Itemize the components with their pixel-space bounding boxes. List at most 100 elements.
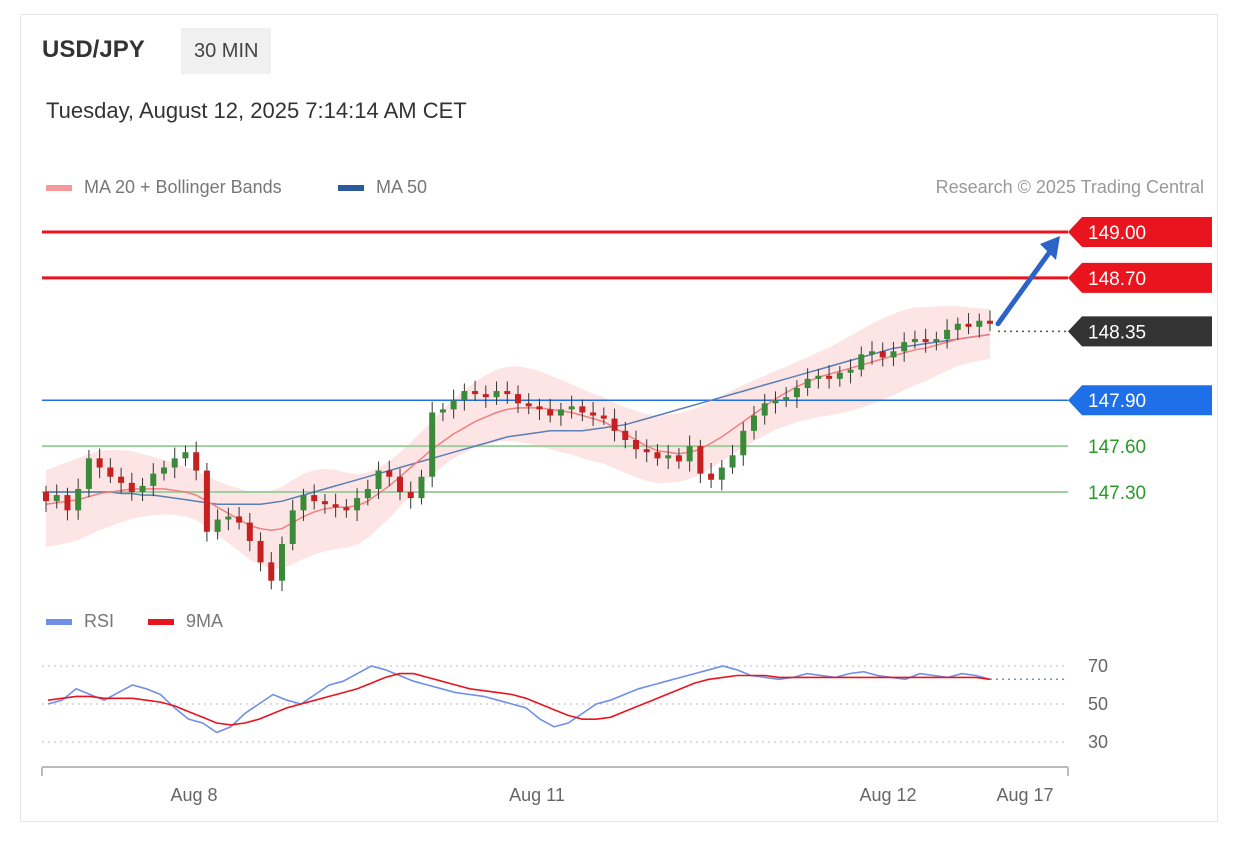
candle-body xyxy=(944,329,951,340)
x-tick-label: Aug 11 xyxy=(509,785,565,805)
candle-body xyxy=(525,403,532,407)
level-label-147.60: 147.60 xyxy=(1088,437,1146,458)
candle-body xyxy=(590,412,597,416)
candle-body xyxy=(547,409,554,416)
candle-body xyxy=(654,452,661,459)
candle-body xyxy=(386,470,393,477)
candle-body xyxy=(793,388,800,398)
candle-body xyxy=(826,375,833,379)
rsi-series-rsi xyxy=(47,665,991,734)
candle xyxy=(697,439,704,484)
candle-body xyxy=(611,418,618,431)
candle-body xyxy=(600,415,607,419)
x-tick-label: Aug 17 xyxy=(996,785,1053,805)
candle-body xyxy=(815,375,822,379)
candle-body xyxy=(901,342,908,352)
candle-body xyxy=(418,476,425,499)
candle-body xyxy=(311,495,318,502)
level-label-148.35: 148.35 xyxy=(1088,322,1146,343)
candle-body xyxy=(976,320,983,327)
candle-body xyxy=(128,482,135,492)
candle-body xyxy=(461,391,468,401)
candle-body xyxy=(161,467,167,474)
candle-body xyxy=(214,519,221,532)
candle-body xyxy=(96,458,103,468)
candle-body xyxy=(407,492,414,499)
candle-body xyxy=(751,415,757,431)
candle-body xyxy=(257,540,264,563)
level-tag-148.70: 148.70 xyxy=(1068,262,1212,293)
candle-body xyxy=(472,391,479,395)
candle-body xyxy=(965,323,972,327)
candle-body xyxy=(665,455,672,459)
candle-body xyxy=(300,495,307,511)
level-label-147.90: 147.90 xyxy=(1088,391,1146,412)
candle-body xyxy=(118,476,125,483)
candle-body xyxy=(171,458,178,468)
candle-body xyxy=(64,495,71,511)
candle-body xyxy=(890,351,897,358)
candle-body xyxy=(439,409,446,413)
candle-body xyxy=(279,544,285,581)
rsi-tick-50: 50 xyxy=(1088,694,1108,714)
candle-body xyxy=(107,467,114,477)
rsi-tick-70: 70 xyxy=(1088,656,1108,676)
candle-body xyxy=(718,467,725,480)
candle-body xyxy=(783,397,790,401)
level-tag-147.90: 147.90 xyxy=(1068,385,1212,416)
bollinger-band xyxy=(46,306,990,569)
candle-body xyxy=(772,400,779,404)
rsi-tick-30: 30 xyxy=(1088,732,1108,752)
price-chart: 149.00 148.70 148.35 147.90 147.60 147.30 70 50… xyxy=(41,217,1212,805)
candle-body xyxy=(557,409,564,416)
candle xyxy=(203,462,210,542)
level-label-149.00: 149.00 xyxy=(1088,223,1146,244)
candle-body xyxy=(675,455,682,462)
candle-body xyxy=(879,351,886,358)
candle-body xyxy=(246,522,253,541)
candle-body xyxy=(397,476,403,492)
candle-body xyxy=(289,510,296,544)
candle-body xyxy=(858,354,865,370)
x-tick-label: Aug 8 xyxy=(170,785,217,805)
candle-body xyxy=(493,391,500,398)
candle-body xyxy=(332,504,339,508)
candle-body xyxy=(633,440,639,450)
candle-body xyxy=(761,403,768,416)
candle-body xyxy=(504,391,511,395)
candle-body xyxy=(354,498,361,511)
candle-body xyxy=(375,470,382,489)
candle-body xyxy=(482,394,489,398)
candle-body xyxy=(343,507,350,511)
level-label-147.30: 147.30 xyxy=(1088,483,1146,504)
candle-body xyxy=(53,495,60,502)
candle-body xyxy=(622,430,629,440)
level-tag-148.35: 148.35 xyxy=(1068,316,1212,347)
level-label-148.70: 148.70 xyxy=(1088,269,1146,290)
candle-body xyxy=(933,339,940,343)
candle-body xyxy=(847,369,854,373)
level-tag-149.00: 149.00 xyxy=(1068,217,1212,247)
candle-body xyxy=(193,452,200,471)
candle xyxy=(718,460,725,491)
candle-body xyxy=(804,378,811,388)
candle-body xyxy=(321,501,328,505)
candle xyxy=(429,401,436,488)
candle-body xyxy=(579,406,586,413)
candle-body xyxy=(364,488,371,499)
candle-body xyxy=(429,412,436,477)
candle-body xyxy=(869,351,875,355)
x-tick-label: Aug 12 xyxy=(859,785,916,805)
candle-body xyxy=(708,473,715,480)
candle-body xyxy=(922,339,929,343)
candle-body xyxy=(75,488,82,511)
candle-body xyxy=(85,458,92,489)
forecast-arrow-head xyxy=(1040,236,1060,260)
candle-body xyxy=(836,372,843,379)
candle-body xyxy=(450,400,457,410)
candle-body xyxy=(740,430,747,456)
candle-body xyxy=(139,485,146,492)
candle-body xyxy=(536,406,543,410)
candle-body xyxy=(236,516,243,523)
candle-body xyxy=(568,406,575,410)
